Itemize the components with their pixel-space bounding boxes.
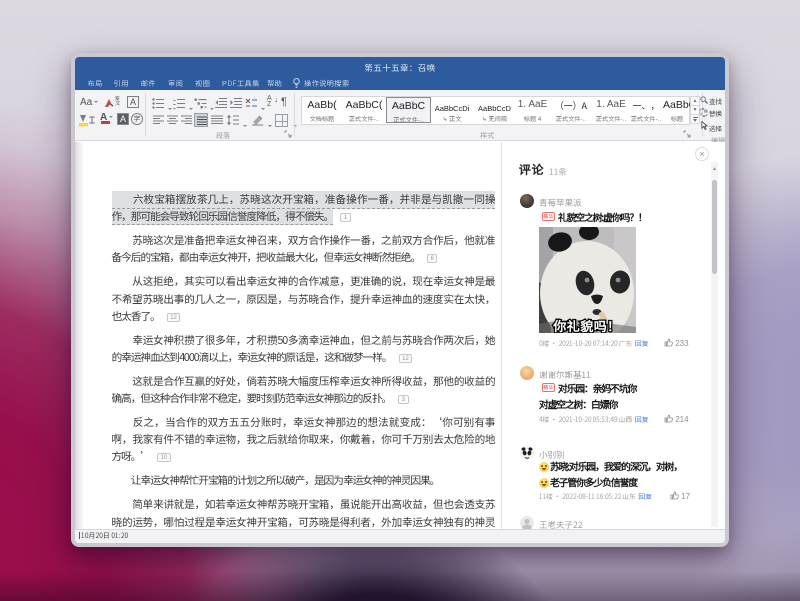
svg-text:你礼貌吗！: 你礼貌吗！ [552, 316, 621, 333]
